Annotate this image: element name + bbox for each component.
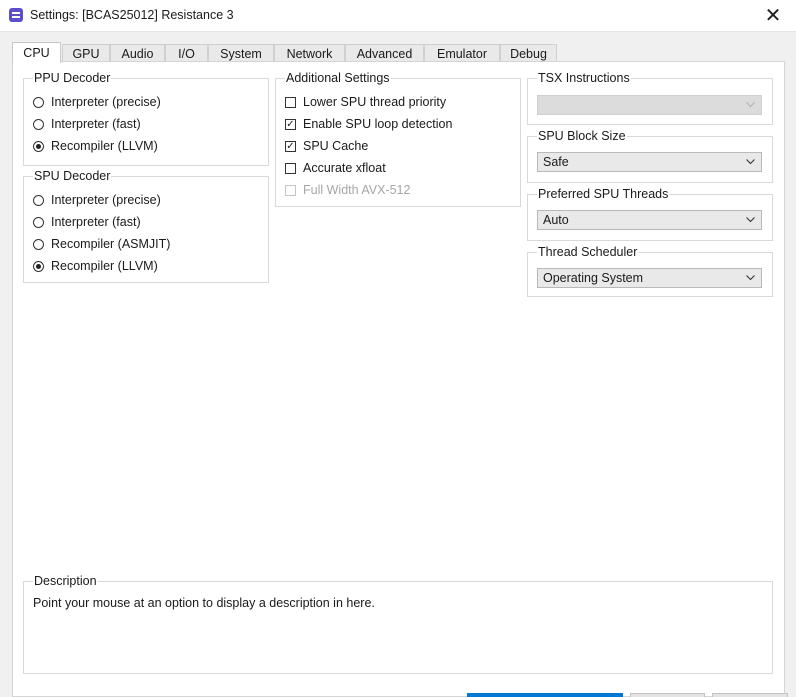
option-label: Interpreter (precise) bbox=[51, 95, 161, 109]
ppu-recompiler-llvm-radio[interactable]: Recompiler (LLVM) bbox=[33, 138, 158, 154]
spu-block-size-group: SPU Block Size Safe bbox=[527, 128, 773, 183]
checkbox-checked-icon bbox=[285, 118, 296, 130]
tab-audio[interactable]: Audio bbox=[110, 44, 165, 62]
radio-icon bbox=[33, 118, 44, 130]
option-label: Lower SPU thread priority bbox=[303, 95, 447, 109]
checkbox-disabled-icon bbox=[285, 184, 296, 196]
window-title: Settings: [BCAS25012] Resistance 3 bbox=[30, 8, 234, 22]
radio-icon bbox=[33, 96, 44, 108]
close-dialog-button[interactable] bbox=[630, 693, 705, 697]
radio-icon bbox=[33, 194, 44, 206]
tab-cpu[interactable]: CPU bbox=[12, 42, 61, 63]
tab-advanced[interactable]: Advanced bbox=[345, 44, 424, 62]
preferred-spu-threads-group: Preferred SPU Threads Auto bbox=[527, 186, 773, 241]
chevron-down-icon bbox=[745, 96, 755, 114]
option-label: Interpreter (precise) bbox=[51, 193, 161, 207]
radio-selected-icon bbox=[33, 140, 44, 152]
description-title: Description bbox=[33, 573, 98, 589]
spu-interpreter-precise-radio[interactable]: Interpreter (precise) bbox=[33, 192, 161, 208]
additional-settings-group: Additional Settings Lower SPU thread pri… bbox=[275, 70, 521, 207]
chevron-down-icon bbox=[745, 153, 755, 171]
ppu-decoder-group: PPU Decoder Interpreter (precise) Interp… bbox=[23, 70, 269, 166]
chevron-down-icon bbox=[745, 269, 755, 287]
additional-settings-title: Additional Settings bbox=[285, 70, 391, 86]
save-button[interactable] bbox=[467, 693, 623, 697]
thread-scheduler-dropdown[interactable]: Operating System bbox=[537, 268, 762, 288]
ppu-interpreter-fast-radio[interactable]: Interpreter (fast) bbox=[33, 116, 141, 132]
app-icon bbox=[9, 8, 23, 22]
option-label: Recompiler (ASMJIT) bbox=[51, 237, 171, 251]
option-label: Interpreter (fast) bbox=[51, 117, 141, 131]
thread-scheduler-group: Thread Scheduler Operating System bbox=[527, 244, 773, 297]
dropdown-value: Operating System bbox=[543, 271, 644, 285]
dropdown-value: Safe bbox=[543, 155, 569, 169]
radio-selected-icon bbox=[33, 260, 44, 272]
close-icon: ✕ bbox=[764, 4, 782, 27]
description-group: Description Point your mouse at an optio… bbox=[23, 573, 773, 674]
spu-recompiler-llvm-radio[interactable]: Recompiler (LLVM) bbox=[33, 258, 158, 274]
checkbox-checked-icon bbox=[285, 140, 296, 152]
spu-cache-checkbox[interactable]: SPU Cache bbox=[285, 138, 368, 154]
thread-scheduler-title: Thread Scheduler bbox=[537, 244, 639, 260]
preferred-spu-threads-title: Preferred SPU Threads bbox=[537, 186, 670, 202]
tab-gpu[interactable]: GPU bbox=[62, 44, 110, 62]
option-label: Interpreter (fast) bbox=[51, 215, 141, 229]
ppu-decoder-title: PPU Decoder bbox=[33, 70, 112, 86]
option-label: Recompiler (LLVM) bbox=[51, 259, 158, 273]
title-bar: Settings: [BCAS25012] Resistance 3 ✕ bbox=[0, 0, 796, 32]
option-label: Full Width AVX-512 bbox=[303, 183, 411, 197]
description-text: Point your mouse at an option to display… bbox=[33, 596, 375, 610]
apply-button[interactable] bbox=[712, 693, 788, 697]
option-label: SPU Cache bbox=[303, 139, 369, 153]
tab-debug[interactable]: Debug bbox=[500, 44, 557, 62]
tsx-instructions-group: TSX Instructions bbox=[527, 70, 773, 125]
tsx-instructions-dropdown bbox=[537, 95, 762, 115]
tab-emulator[interactable]: Emulator bbox=[424, 44, 500, 62]
preferred-spu-threads-dropdown[interactable]: Auto bbox=[537, 210, 762, 230]
checkbox-icon bbox=[285, 162, 296, 174]
dropdown-value: Auto bbox=[543, 213, 569, 227]
tab-system[interactable]: System bbox=[208, 44, 274, 62]
option-label: Recompiler (LLVM) bbox=[51, 139, 158, 153]
spu-decoder-group: SPU Decoder Interpreter (precise) Interp… bbox=[23, 168, 269, 283]
spu-interpreter-fast-radio[interactable]: Interpreter (fast) bbox=[33, 214, 141, 230]
option-label: Enable SPU loop detection bbox=[303, 117, 453, 131]
tsx-instructions-title: TSX Instructions bbox=[537, 70, 631, 86]
option-label: Accurate xfloat bbox=[303, 161, 386, 175]
radio-icon bbox=[33, 216, 44, 228]
tab-io[interactable]: I/O bbox=[165, 44, 208, 62]
close-button[interactable]: ✕ bbox=[750, 0, 796, 31]
full-width-avx512-checkbox: Full Width AVX-512 bbox=[285, 182, 410, 198]
spu-recompiler-asmjit-radio[interactable]: Recompiler (ASMJIT) bbox=[33, 236, 170, 252]
chevron-down-icon bbox=[745, 211, 755, 229]
spu-decoder-title: SPU Decoder bbox=[33, 168, 112, 184]
radio-icon bbox=[33, 238, 44, 250]
spu-block-size-dropdown[interactable]: Safe bbox=[537, 152, 762, 172]
accurate-xfloat-checkbox[interactable]: Accurate xfloat bbox=[285, 160, 386, 176]
spu-block-size-title: SPU Block Size bbox=[537, 128, 627, 144]
enable-spu-loop-detection-checkbox[interactable]: Enable SPU loop detection bbox=[285, 116, 452, 132]
checkbox-icon bbox=[285, 96, 296, 108]
ppu-interpreter-precise-radio[interactable]: Interpreter (precise) bbox=[33, 94, 161, 110]
lower-spu-thread-priority-checkbox[interactable]: Lower SPU thread priority bbox=[285, 94, 446, 110]
tab-network[interactable]: Network bbox=[274, 44, 345, 62]
